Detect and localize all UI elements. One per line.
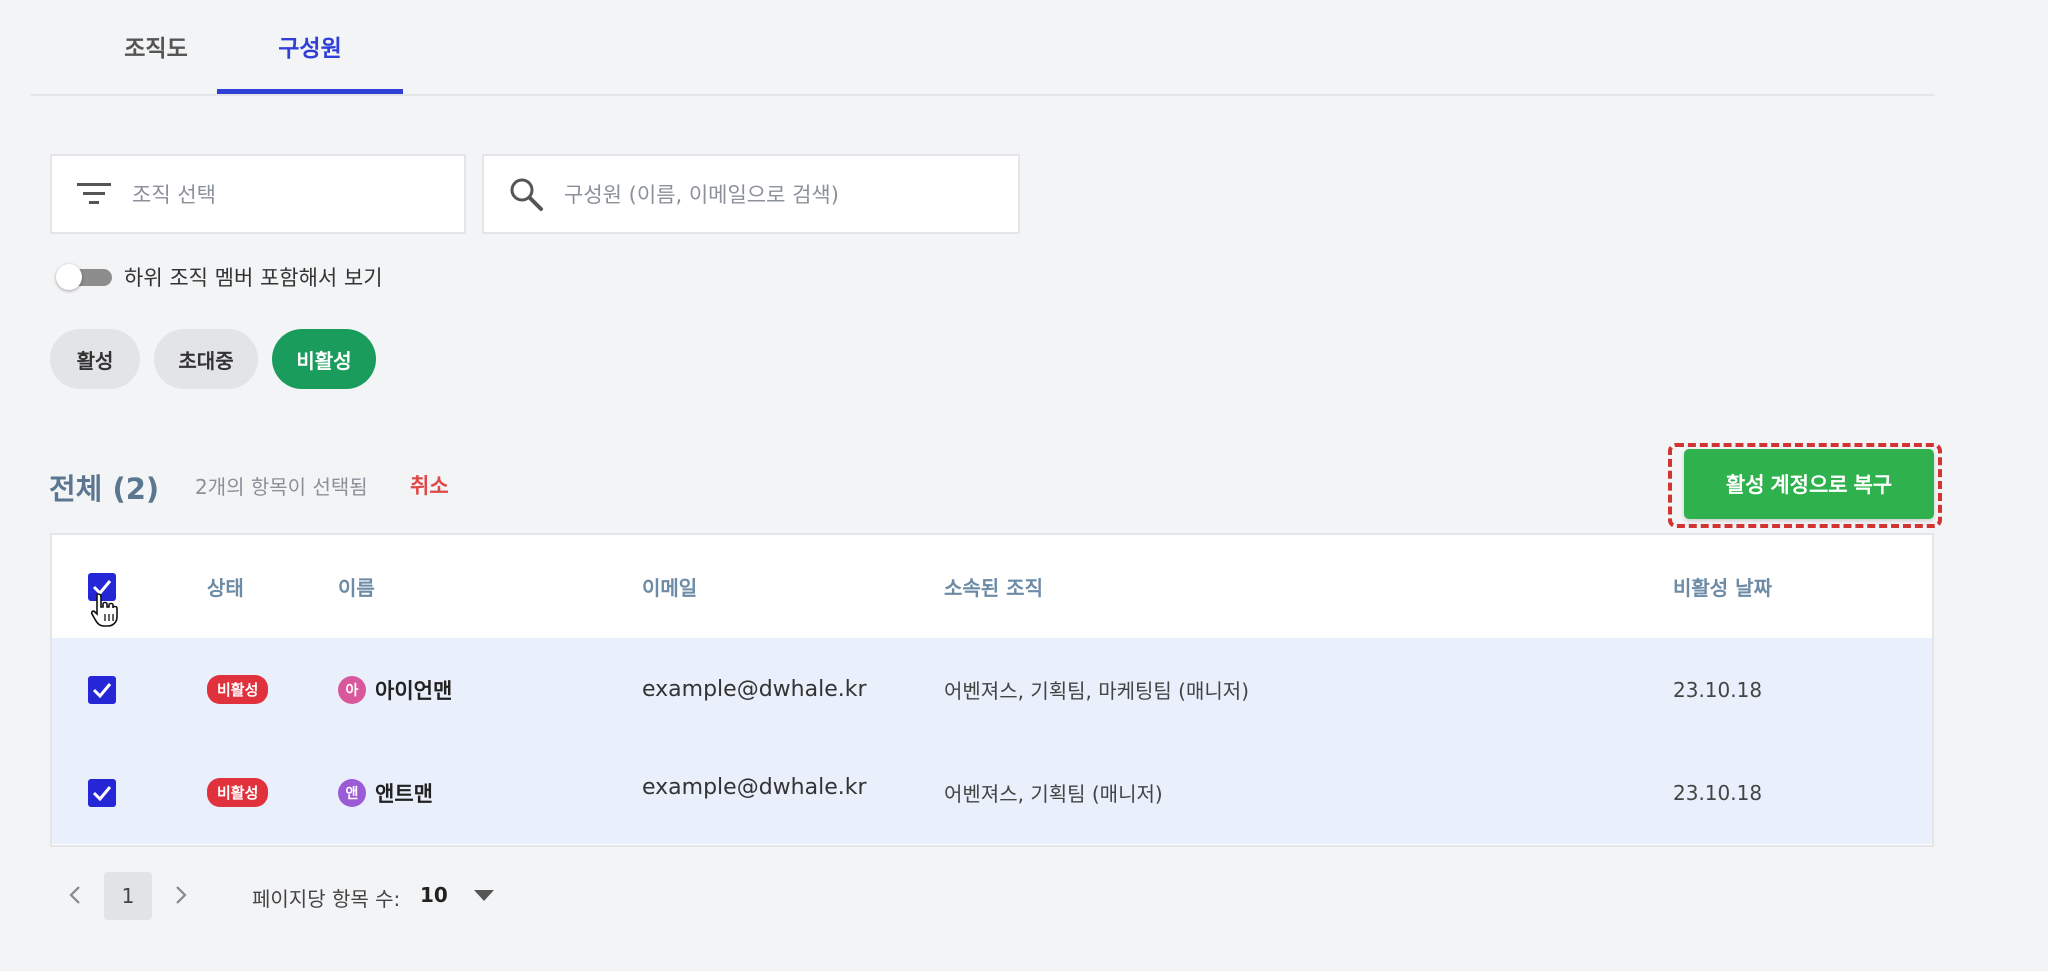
avatar: 앤 <box>338 778 366 807</box>
column-header-email[interactable]: 이메일 <box>642 535 697 638</box>
members-table: 상태 이름 이메일 소속된 조직 비활성 날짜 비활성 아 아이언맨 examp… <box>50 533 1934 847</box>
include-sub-org-label: 하위 조직 멤버 포함해서 보기 <box>124 266 383 290</box>
prev-page-button[interactable] <box>62 880 88 910</box>
selected-count-text: 2개의 항목이 선택됨 <box>195 475 368 499</box>
page-number-button[interactable]: 1 <box>104 872 152 920</box>
per-page-value[interactable]: 10 <box>420 883 448 907</box>
next-page-button[interactable] <box>168 880 194 910</box>
cancel-selection-link[interactable]: 취소 <box>410 470 449 500</box>
inactive-date: 23.10.18 <box>1673 677 1763 702</box>
tab-members[interactable]: 구성원 <box>217 0 403 94</box>
status-badge: 비활성 <box>207 675 269 704</box>
include-sub-org-toggle[interactable] <box>56 264 112 290</box>
chip-active[interactable]: 활성 <box>50 329 140 389</box>
row-checkbox[interactable] <box>88 675 116 704</box>
per-page-label: 페이지당 항목 수: <box>252 887 401 911</box>
chip-inactive[interactable]: 비활성 <box>272 329 376 389</box>
column-header-inactive-date[interactable]: 비활성 날짜 <box>1673 535 1772 638</box>
table-row[interactable]: 비활성 앤 앤트맨 example@dwhale.kr 어벤져스, 기획팀 (매… <box>52 741 1932 844</box>
tab-bar: 조직도 구성원 <box>31 0 1935 96</box>
hand-cursor-icon <box>90 592 120 628</box>
search-icon <box>508 176 544 212</box>
column-header-org[interactable]: 소속된 조직 <box>944 535 1043 638</box>
member-email: example@dwhale.kr <box>642 677 867 702</box>
org-select-field[interactable]: 조직 선택 <box>50 154 466 234</box>
total-count: 전체 (2) <box>49 472 160 506</box>
member-name: 아이언맨 <box>375 678 453 703</box>
tab-org-chart[interactable]: 조직도 <box>71 0 241 92</box>
member-email: example@dwhale.kr <box>642 775 867 800</box>
member-name: 앤트맨 <box>375 781 433 806</box>
avatar: 아 <box>338 675 366 704</box>
member-search-input[interactable]: 구성원 (이름, 이메일으로 검색) <box>482 154 1020 234</box>
filter-icon <box>76 176 112 212</box>
chip-invited[interactable]: 초대중 <box>154 329 258 389</box>
search-placeholder: 구성원 (이름, 이메일으로 검색) <box>564 183 839 207</box>
status-badge: 비활성 <box>207 778 269 807</box>
org-select-placeholder: 조직 선택 <box>132 183 216 207</box>
member-org: 어벤져스, 기획팀 (매니저) <box>944 782 1163 806</box>
row-checkbox[interactable] <box>88 778 116 807</box>
table-header: 상태 이름 이메일 소속된 조직 비활성 날짜 <box>52 535 1932 640</box>
table-row[interactable]: 비활성 아 아이언맨 example@dwhale.kr 어벤져스, 기획팀, … <box>52 638 1932 743</box>
member-org: 어벤져스, 기획팀, 마케팅팀 (매니저) <box>944 679 1249 703</box>
column-header-name[interactable]: 이름 <box>338 535 375 638</box>
restore-active-button[interactable]: 활성 계정으로 복구 <box>1684 449 1934 519</box>
column-header-status[interactable]: 상태 <box>207 535 244 638</box>
chevron-down-icon[interactable] <box>472 886 496 906</box>
inactive-date: 23.10.18 <box>1673 780 1763 805</box>
